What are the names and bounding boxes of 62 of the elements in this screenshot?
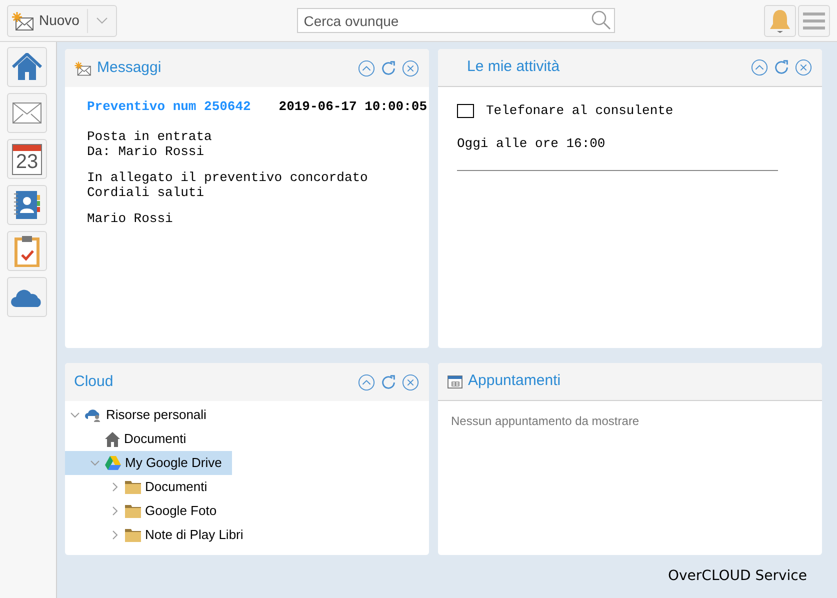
refresh-button[interactable] <box>379 372 398 392</box>
sidebar-button[interactable] <box>7 47 47 87</box>
menu-button[interactable] <box>798 4 830 36</box>
footer-text: OverCLOUD Service <box>668 567 807 586</box>
close-button[interactable] <box>401 372 420 392</box>
home-icon <box>105 432 120 446</box>
message-text: Posta in entrata <box>87 128 213 144</box>
drive-icon <box>105 456 121 470</box>
search-field[interactable]: Cerca ovunque <box>296 8 615 33</box>
tree-item[interactable]: Documenti <box>65 427 429 451</box>
folder-icon <box>125 504 141 518</box>
collapse-button[interactable] <box>357 58 376 78</box>
tree-label: Risorse personali <box>106 406 206 424</box>
tree-item[interactable]: Documenti <box>65 475 429 499</box>
tree-item[interactable]: Google Foto <box>65 499 429 523</box>
collapse-button[interactable] <box>357 372 376 392</box>
new-mail-icon <box>11 10 35 30</box>
message-text: In allegato il preventivo concordato <box>87 170 369 184</box>
mail-icon <box>12 102 42 124</box>
tree-label: Documenti <box>124 430 186 448</box>
tree-item[interactable]: Risorse personali <box>65 403 429 427</box>
sidebar-button[interactable] <box>7 185 47 225</box>
sidebar-button[interactable] <box>7 277 47 317</box>
empty-message: Nessun appuntamento da mostrare <box>450 413 640 430</box>
panel-title: Appuntamenti <box>468 371 562 392</box>
cloud-user-icon <box>85 408 102 422</box>
new-button[interactable]: Nuovo <box>7 4 118 36</box>
home-icon <box>12 53 42 81</box>
sidebar-button[interactable] <box>7 93 47 133</box>
task-time: Oggi alle ore 16:00 <box>457 134 778 171</box>
collapse-button[interactable] <box>750 58 769 77</box>
close-button[interactable] <box>401 58 420 78</box>
new-mail-icon <box>74 60 92 76</box>
panel-title: Messaggi <box>97 58 162 78</box>
message-text: Cordiali saluti <box>87 184 206 200</box>
menu-icon <box>803 12 825 30</box>
tree-item[interactable]: Note di Play Libri <box>65 523 429 547</box>
message-text: Mario Rossi <box>87 210 174 226</box>
calendar-icon <box>447 374 463 389</box>
notifications-button[interactable] <box>764 4 796 36</box>
clipboard-check-icon <box>14 235 40 267</box>
task-checkbox[interactable] <box>457 104 474 118</box>
caret-icon <box>96 16 108 24</box>
tree-label: Documenti <box>145 478 208 496</box>
search-icon <box>590 10 611 30</box>
bell-icon <box>767 8 793 34</box>
folder-icon <box>125 480 141 494</box>
task-label: Telefonare al consulente <box>486 102 674 120</box>
tree-label: Note di Play Libri <box>145 526 244 544</box>
refresh-button[interactable] <box>772 58 791 77</box>
message-date: 2019-06-17 10:00:05 <box>278 98 427 116</box>
close-button[interactable] <box>794 58 813 77</box>
tree-label: Google Foto <box>145 502 217 520</box>
tree-item[interactable]: My Google Drive <box>65 451 232 475</box>
contacts-icon <box>13 190 41 220</box>
message-text: Da: Mario Rossi <box>87 144 206 158</box>
refresh-button[interactable] <box>379 58 398 78</box>
tree-label: My Google Drive <box>125 454 222 472</box>
panel-title: Cloud <box>74 372 114 392</box>
sidebar-button[interactable] <box>7 231 47 271</box>
folder-icon <box>125 528 141 542</box>
panel-title: Le mie attività <box>466 57 561 78</box>
